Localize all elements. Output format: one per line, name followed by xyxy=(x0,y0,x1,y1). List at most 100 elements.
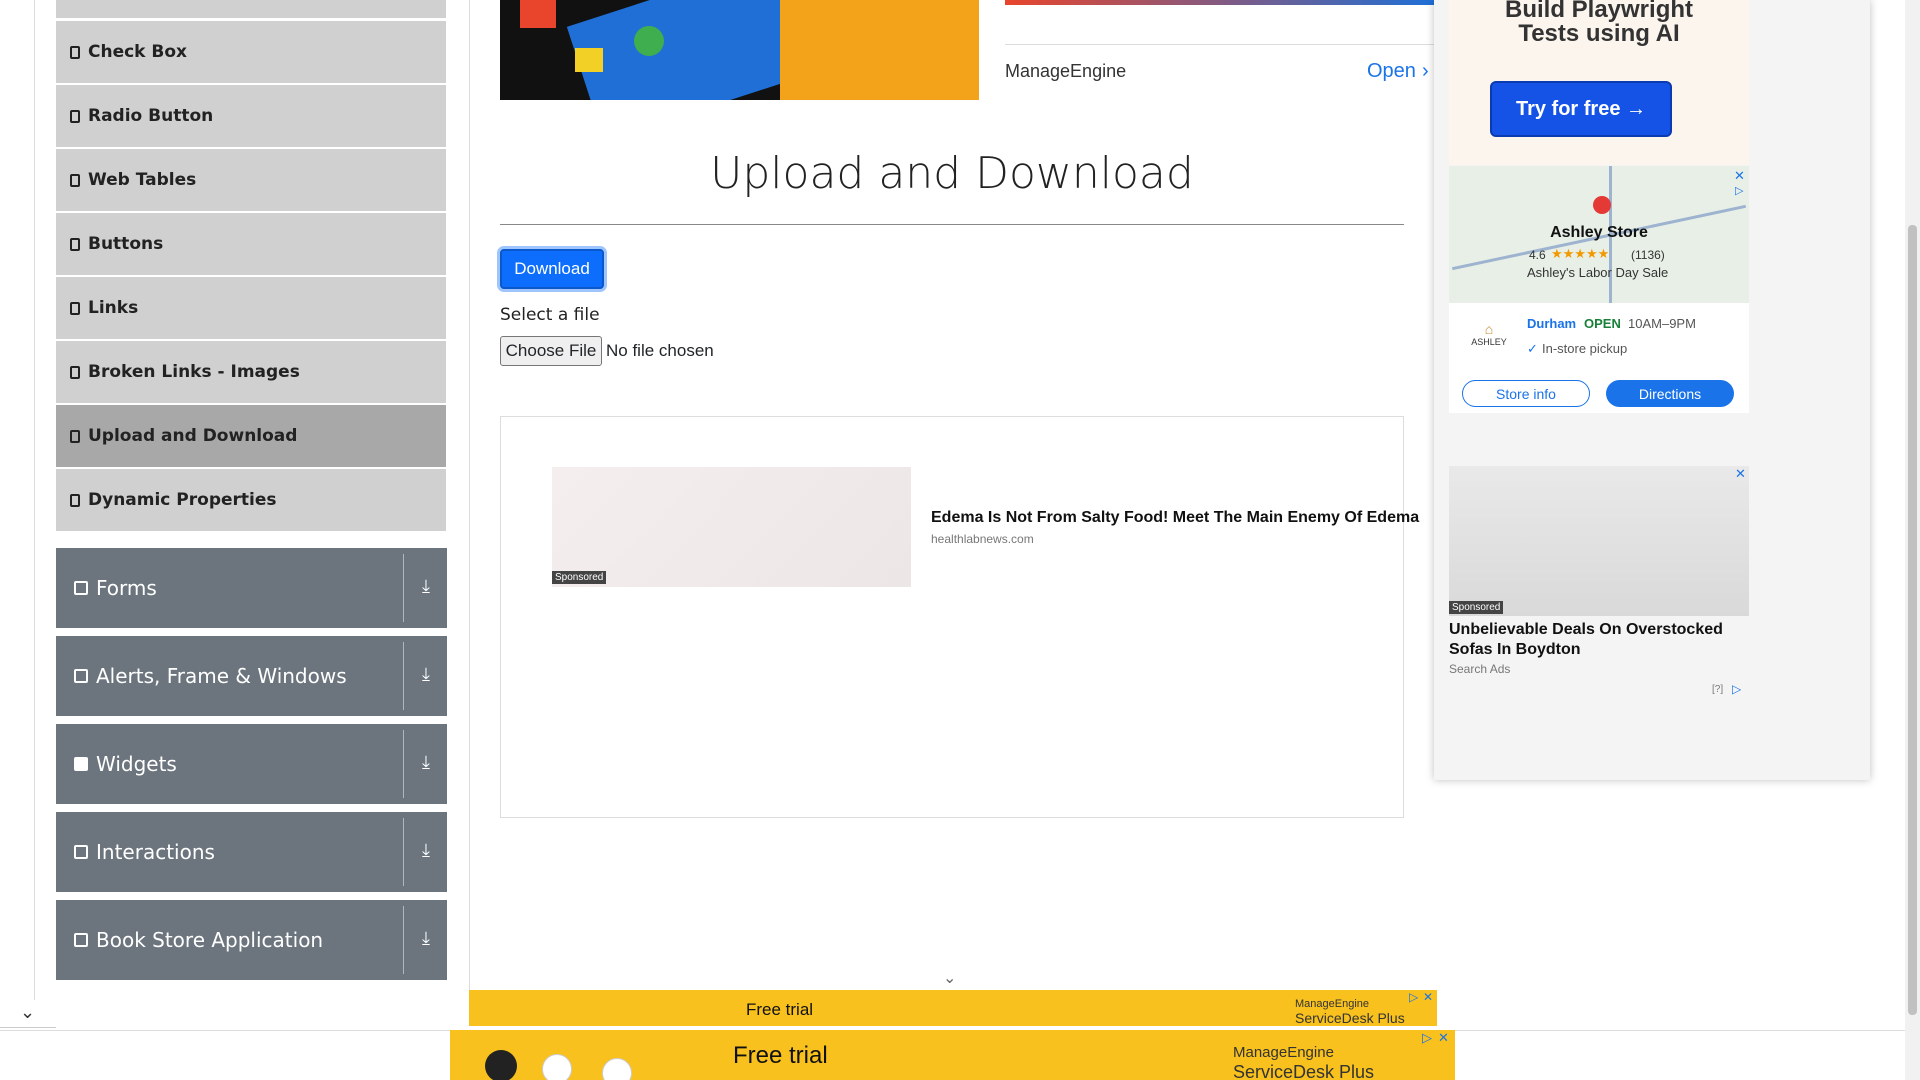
ad-brand-line2: ServiceDesk Plus xyxy=(1295,1010,1405,1026)
file-icon xyxy=(70,493,80,507)
bottom-ad-1[interactable]: Free trial ManageEngine ServiceDesk Plus… xyxy=(469,990,1437,1026)
group-widgets[interactable]: Widgets ⤓ xyxy=(56,724,447,804)
adchoices-icon[interactable]: ▷ xyxy=(1409,990,1418,1004)
page-title: Upload and Download xyxy=(710,148,1194,199)
select-file-label: Select a file xyxy=(500,305,600,325)
star-rating-icon: ★★★★★ xyxy=(1551,246,1610,261)
check-icon xyxy=(634,26,664,56)
close-icon[interactable]: ✕ xyxy=(1438,1030,1449,1046)
divider xyxy=(403,642,404,710)
store-card: ⌂ ASHLEY Durham OPEN 10AM–9PM ✓ In-store… xyxy=(1449,303,1749,413)
directions-button[interactable]: Directions xyxy=(1606,380,1734,407)
download-arrow-icon[interactable]: ⤓ xyxy=(413,840,439,866)
ad-strip xyxy=(1005,0,1434,5)
mid-ad-box: Sponsored Edema Is Not From Salty Food! … xyxy=(500,416,1419,818)
file-icon xyxy=(70,45,80,59)
sidebar-item-radio-button[interactable]: Radio Button xyxy=(56,85,446,147)
adchoices-icon[interactable]: ▷ xyxy=(1422,1030,1432,1046)
file-icon xyxy=(70,301,80,315)
try-free-button[interactable]: Try for free → xyxy=(1490,81,1672,137)
ad2-headline[interactable]: Unbelievable Deals On Overstocked Sofas … xyxy=(1449,620,1749,660)
file-status: No file chosen xyxy=(606,341,714,360)
bottom-ad-2[interactable]: Free trial ManageEngine ServiceDesk Plus… xyxy=(450,1030,1455,1080)
store-sale: Ashley's Labor Day Sale xyxy=(1527,265,1669,280)
promo-line2: Tests using AI xyxy=(1518,20,1680,47)
sidebar-item-upload-download[interactable]: Upload and Download xyxy=(56,405,446,467)
store-name: Ashley Store xyxy=(1550,224,1648,241)
file-icon xyxy=(70,237,80,251)
ad2-image[interactable]: ✕ xyxy=(1449,466,1749,616)
right-ad-panel: Build Playwright Tests using AI Try for … xyxy=(1434,0,1870,780)
store-hours: 10AM–9PM xyxy=(1628,316,1696,331)
store-pickup: In-store pickup xyxy=(1542,341,1628,356)
file-icon xyxy=(70,429,80,443)
ad-brand-line2: ServiceDesk Plus xyxy=(1233,1062,1375,1080)
store-reviews: (1136) xyxy=(1631,248,1665,262)
ad2-source: Search Ads xyxy=(1449,662,1511,676)
divider xyxy=(403,554,404,622)
top-ad[interactable]: ManageEngine Open › xyxy=(500,0,1434,100)
choose-file-button[interactable]: Choose File xyxy=(500,336,602,366)
file-icon xyxy=(70,365,80,379)
scrollbar[interactable] xyxy=(1905,0,1920,1080)
ad-open-link[interactable]: Open xyxy=(1367,60,1416,83)
close-icon[interactable]: ✕ xyxy=(1734,168,1745,184)
close-icon[interactable]: ✕ xyxy=(1423,990,1433,1004)
download-button[interactable]: Download xyxy=(500,249,604,289)
sidebar-item-dynamic-properties[interactable]: Dynamic Properties xyxy=(56,469,446,531)
ad-image[interactable] xyxy=(552,467,911,587)
scrollbar-thumb[interactable] xyxy=(1908,225,1917,1015)
ad-source: healthlabnews.com xyxy=(931,532,1034,546)
sidebar-item-buttons[interactable]: Buttons xyxy=(56,213,446,275)
sidebar-item-check-box[interactable]: Check Box xyxy=(56,21,446,83)
divider xyxy=(403,818,404,886)
ad-headline[interactable]: Edema Is Not From Salty Food! Meet The M… xyxy=(931,509,1419,527)
ad-image xyxy=(500,0,979,100)
ad-brand-line1: ManageEngine xyxy=(1295,998,1370,1010)
window-icon xyxy=(74,669,88,683)
store-map[interactable]: Ashley Store 4.6 ★★★★★ (1136) Ashley's L… xyxy=(1449,166,1749,303)
group-forms[interactable]: Forms ⤓ xyxy=(56,548,447,628)
person-illustration xyxy=(485,1050,517,1080)
sponsored-badge: Sponsored xyxy=(1449,601,1504,614)
chart-icon xyxy=(602,1058,632,1080)
download-arrow-icon[interactable]: ⤓ xyxy=(413,752,439,778)
promo-ad[interactable]: Build Playwright Tests using AI Try for … xyxy=(1449,0,1749,165)
brand-text: ASHLEY xyxy=(1471,337,1507,347)
close-icon[interactable]: ✕ xyxy=(1735,466,1746,482)
chevron-down-icon: ⌄ xyxy=(20,1002,36,1022)
interactions-icon xyxy=(74,845,88,859)
sidebar-item-partial[interactable] xyxy=(56,0,446,18)
group-book-store[interactable]: Book Store Application ⤓ xyxy=(56,900,447,980)
store-info-button[interactable]: Store info xyxy=(1462,380,1590,407)
sidebar-item-web-tables[interactable]: Web Tables xyxy=(56,149,446,211)
adchoices-icon[interactable]: ▷ xyxy=(1735,184,1743,197)
chevron-right-icon[interactable]: › xyxy=(1422,60,1429,83)
ad-brand: ManageEngine xyxy=(1005,61,1127,81)
forms-icon xyxy=(74,581,88,595)
title-divider xyxy=(500,224,1404,225)
ad-brand-line1: ManageEngine xyxy=(1233,1044,1334,1061)
books-icon xyxy=(74,933,88,947)
widgets-icon xyxy=(74,757,88,771)
group-alerts[interactable]: Alerts, Frame & Windows ⤓ xyxy=(56,636,447,716)
ad-illustration xyxy=(780,0,979,100)
ad-illustration xyxy=(566,0,814,100)
sidebar-item-broken-links[interactable]: Broken Links - Images xyxy=(56,341,446,403)
chevron-down-icon[interactable]: ⌄ xyxy=(943,968,956,988)
store-rating: 4.6 xyxy=(1529,248,1546,262)
group-interactions[interactable]: Interactions ⤓ xyxy=(56,812,447,892)
download-arrow-icon[interactable]: ⤓ xyxy=(413,664,439,690)
store-open: OPEN xyxy=(1584,316,1621,331)
store-city: Durham xyxy=(1527,316,1577,331)
download-arrow-icon[interactable]: ⤓ xyxy=(413,928,439,954)
ad-text: Free trial xyxy=(733,1042,828,1069)
file-icon xyxy=(70,173,80,187)
adchoices-icon[interactable]: ▷ xyxy=(1732,682,1741,696)
download-arrow-icon[interactable]: ⤓ xyxy=(413,576,439,602)
sidebar-item-links[interactable]: Links xyxy=(56,277,446,339)
scroll-down-toggle[interactable]: ⌄ xyxy=(0,998,56,1028)
ad-illustration xyxy=(520,0,556,28)
ad-info[interactable]: [?] xyxy=(1712,684,1723,695)
check-icon: ✓ xyxy=(1527,341,1538,356)
